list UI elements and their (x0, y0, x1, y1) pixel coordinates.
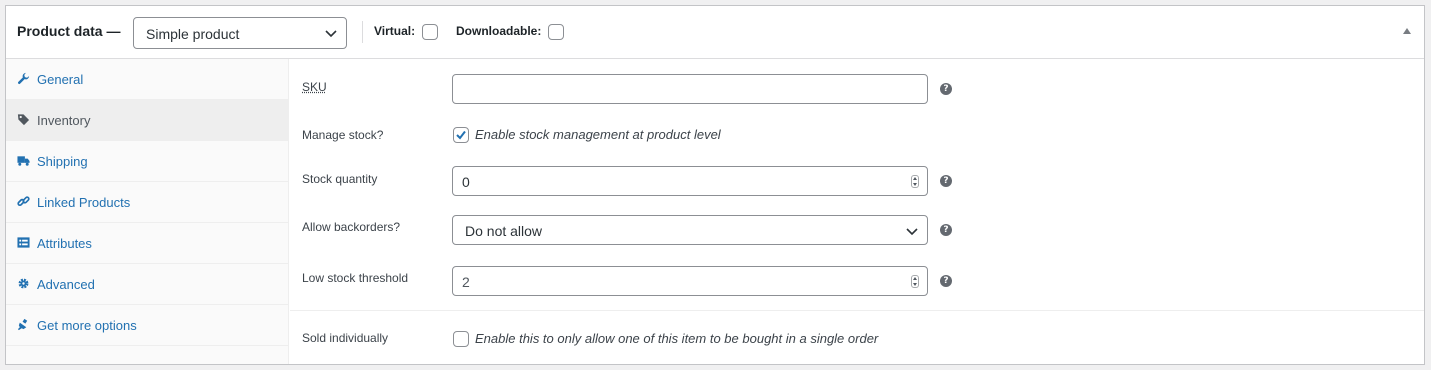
stock-quantity-input[interactable]: 0 (452, 166, 928, 196)
link-icon (17, 196, 30, 207)
product-data-tabs: General Inventory Shipping Linked Produc… (6, 59, 289, 364)
help-icon[interactable]: ? (940, 224, 952, 236)
help-icon[interactable]: ? (940, 83, 952, 95)
stock-quantity-label: Stock quantity (302, 172, 378, 186)
tab-label: Attributes (37, 236, 92, 251)
truck-icon (17, 156, 30, 166)
number-stepper[interactable] (911, 275, 919, 288)
panel-title: Product data — (17, 23, 121, 39)
product-type-select[interactable]: Simple product (133, 17, 347, 49)
low-stock-threshold-input[interactable]: 2 (452, 266, 928, 296)
number-stepper[interactable] (911, 175, 919, 188)
collapse-arrow-icon[interactable] (1402, 26, 1412, 36)
manage-stock-description: Enable stock management at product level (475, 127, 721, 142)
product-data-panel: Product data — Simple product Virtual: D… (5, 5, 1425, 365)
tag-icon (17, 114, 30, 126)
manage-stock-label: Manage stock? (302, 128, 384, 142)
plugin-icon (17, 318, 28, 331)
help-icon[interactable]: ? (940, 175, 952, 187)
tab-linked-products[interactable]: Linked Products (6, 182, 289, 223)
help-icon[interactable]: ? (940, 275, 952, 287)
tab-attributes[interactable]: Attributes (6, 223, 289, 264)
tab-general[interactable]: General (6, 59, 289, 100)
checkmark-icon (456, 130, 466, 140)
section-divider (290, 310, 1424, 311)
list-icon (17, 237, 30, 248)
downloadable-label: Downloadable: (456, 24, 542, 38)
wrench-icon (17, 72, 30, 85)
sku-input[interactable] (452, 74, 928, 104)
sold-individually-label: Sold individually (302, 331, 389, 345)
tab-inventory[interactable]: Inventory (6, 100, 289, 141)
chevron-down-icon (906, 228, 918, 236)
sku-label: SKU (302, 80, 327, 94)
virtual-label: Virtual: (374, 24, 416, 38)
chevron-down-icon (325, 30, 337, 38)
stock-quantity-value: 0 (462, 174, 470, 190)
tab-get-more-options[interactable]: Get more options (6, 305, 289, 346)
gear-icon (18, 278, 29, 289)
allow-backorders-label: Allow backorders? (302, 220, 401, 234)
low-stock-threshold-label: Low stock threshold (302, 271, 409, 285)
downloadable-checkbox[interactable] (548, 24, 564, 40)
tab-label: Inventory (37, 113, 91, 128)
sold-individually-description: Enable this to only allow one of this it… (475, 331, 879, 346)
low-stock-threshold-value: 2 (462, 274, 470, 290)
allow-backorders-select[interactable]: Do not allow (452, 215, 928, 245)
tab-label: General (37, 72, 84, 87)
tab-label: Advanced (37, 277, 95, 292)
tab-shipping[interactable]: Shipping (6, 141, 289, 182)
product-type-value: Simple product (146, 26, 240, 42)
tab-label: Shipping (37, 154, 88, 169)
sold-individually-checkbox[interactable] (453, 331, 469, 347)
tab-advanced[interactable]: Advanced (6, 264, 289, 305)
tab-label: Get more options (37, 318, 137, 333)
allow-backorders-value: Do not allow (465, 223, 543, 239)
header-separator (362, 21, 363, 43)
manage-stock-checkbox[interactable] (453, 127, 469, 143)
virtual-checkbox[interactable] (422, 24, 438, 40)
tab-label: Linked Products (37, 195, 131, 210)
panel-header: Product data — Simple product Virtual: D… (6, 6, 1424, 59)
